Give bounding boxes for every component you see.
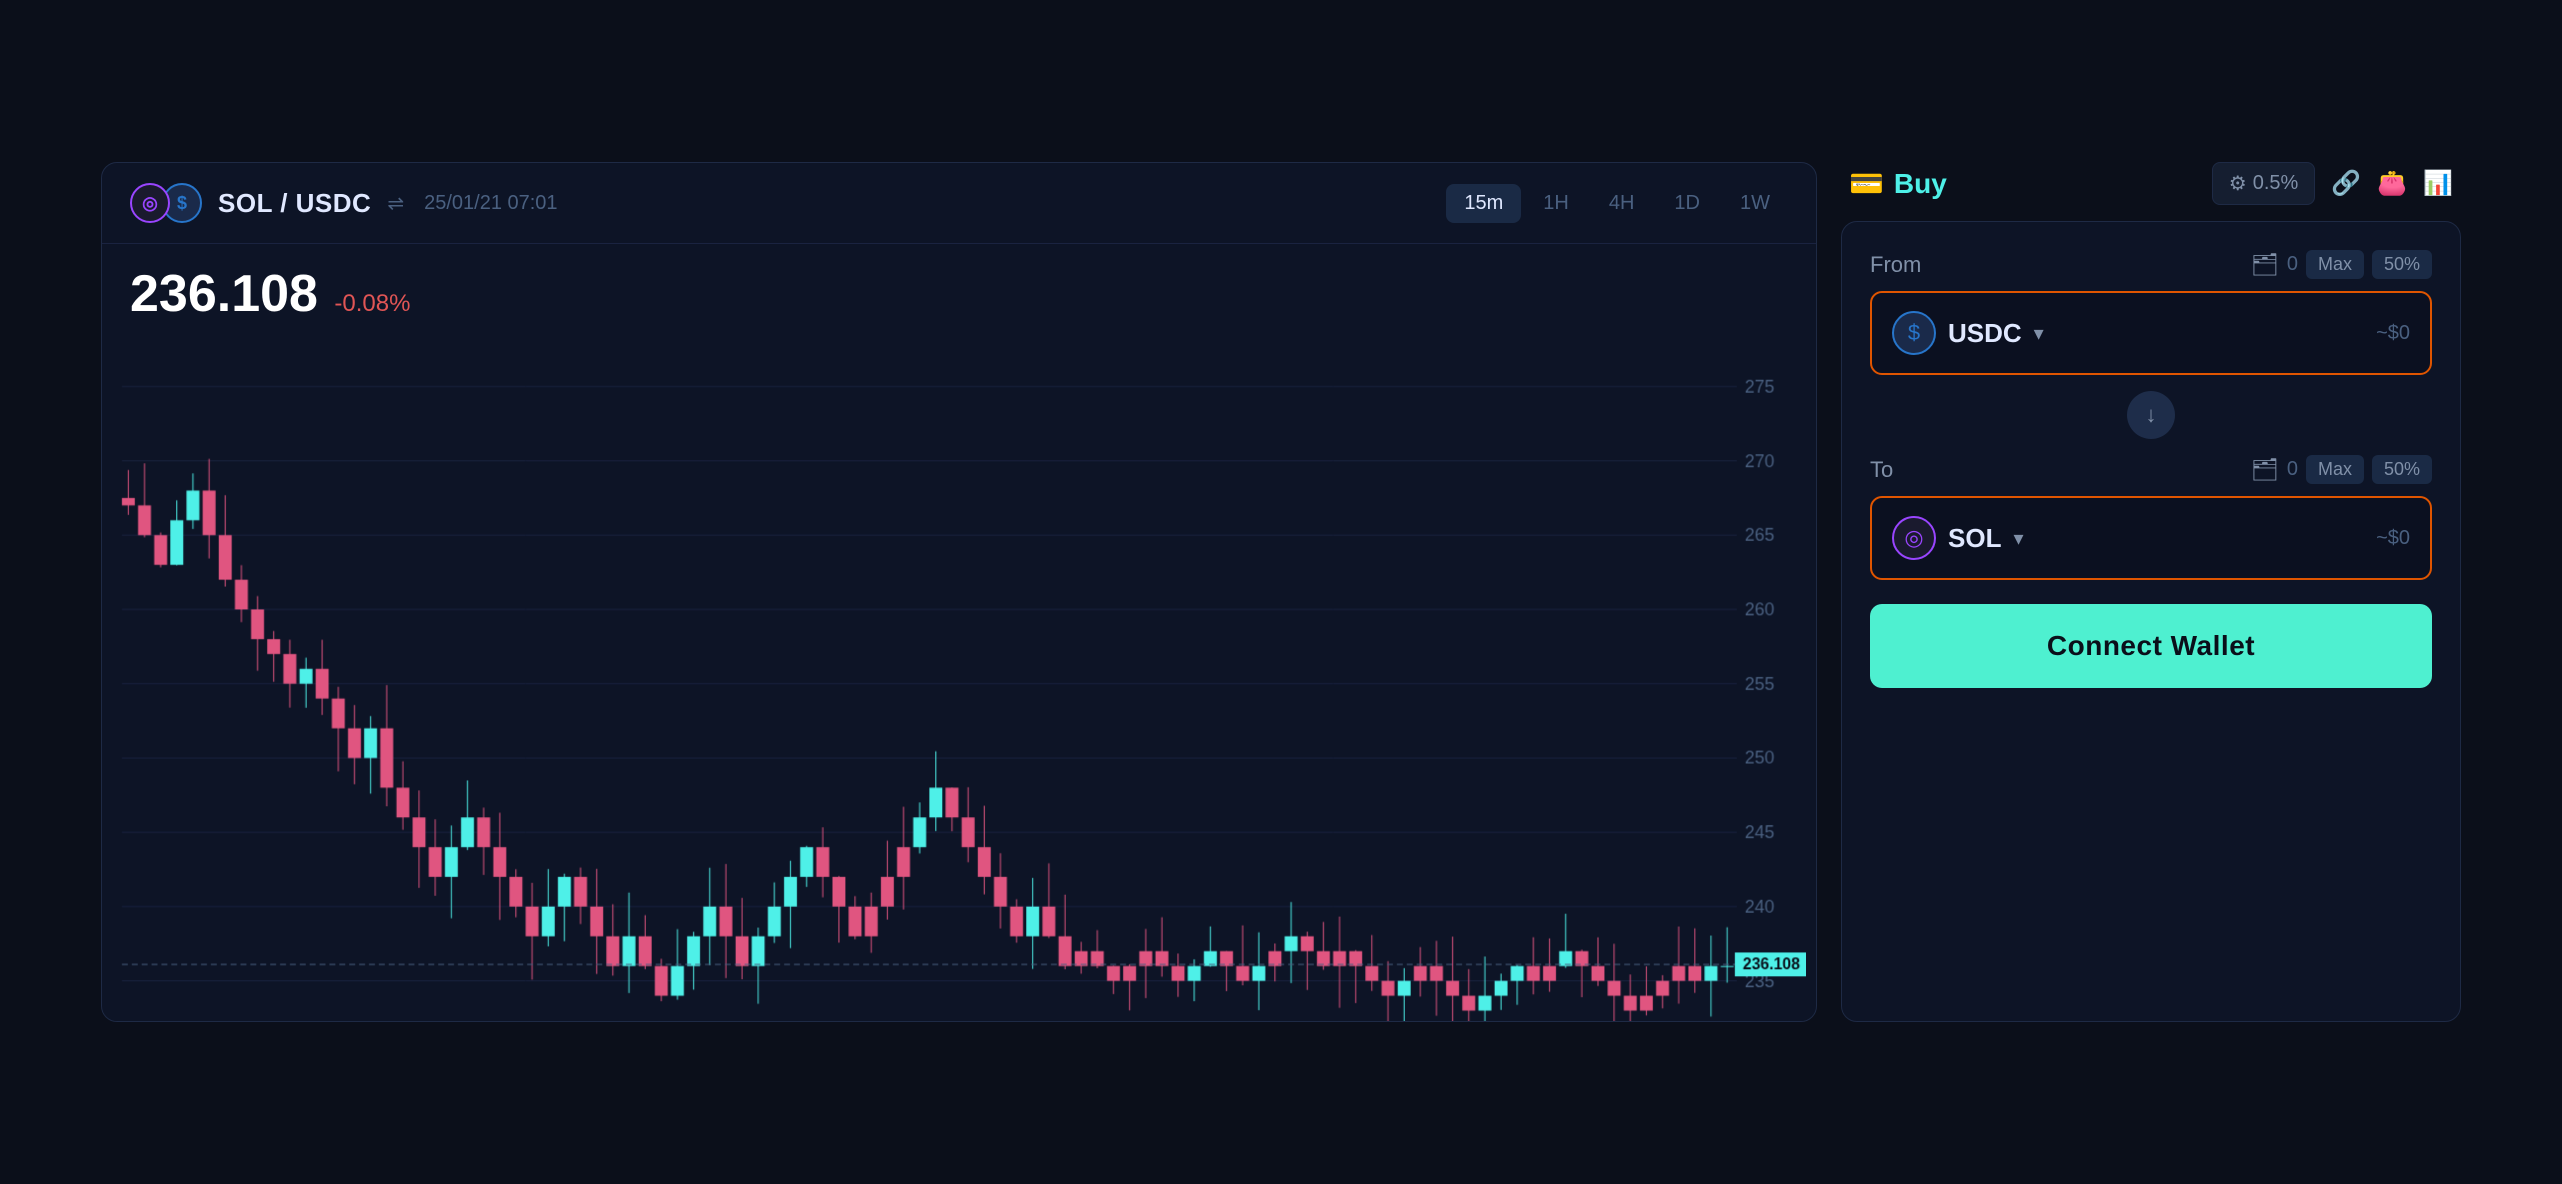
header-controls: ⚙ 0.5% 🔗 👛 📊 — [2212, 162, 2453, 205]
to-balance-controls: 🗂 0 Max 50% — [2251, 455, 2432, 484]
buy-card-icon: 💳 — [1849, 167, 1884, 200]
buy-label: 💳 Buy — [1849, 167, 1947, 200]
from-token-name: USDC — [1948, 318, 2022, 349]
arrow-down-icon: ↓ — [2146, 402, 2157, 428]
to-token-name: SOL — [1948, 523, 2001, 554]
buy-text: Buy — [1894, 168, 1947, 200]
tf-15m[interactable]: 15m — [1446, 184, 1521, 223]
to-max-button[interactable]: Max — [2306, 455, 2364, 484]
token-icons: ◎ $ — [130, 183, 202, 223]
to-token-selector[interactable]: ◎ SOL ▾ ~$0 — [1870, 496, 2432, 580]
wallet-bal-icon: 🗂 — [2251, 252, 2279, 278]
from-section-label: From 🗂 0 Max 50% — [1870, 250, 2432, 279]
to-usd-value: ~$0 — [2376, 527, 2410, 550]
swap-arrow-container: ↓ — [1870, 391, 2432, 439]
to-section-label: To 🗂 0 Max 50% — [1870, 455, 2432, 484]
to-50-button[interactable]: 50% — [2372, 455, 2432, 484]
chart-timestamp: 25/01/21 07:01 — [424, 192, 557, 215]
price-change: -0.08% — [334, 290, 410, 317]
sol-icon: ◎ — [130, 183, 170, 223]
chart-price-area: 236.108 -0.08% — [102, 244, 1816, 332]
swap-panel: From 🗂 0 Max 50% $ USDC ▾ ~$0 — [1841, 221, 2461, 1022]
from-label: From — [1870, 252, 1921, 278]
chart-panel: ◎ $ SOL / USDC ⇌ 25/01/21 07:01 15m 1H 4… — [101, 162, 1817, 1022]
wallet-to-icon: 🗂 — [2251, 457, 2279, 483]
current-price: 236.108 — [130, 265, 318, 323]
slippage-badge[interactable]: ⚙ 0.5% — [2212, 162, 2316, 205]
chart-header: ◎ $ SOL / USDC ⇌ 25/01/21 07:01 15m 1H 4… — [102, 163, 1816, 244]
to-token-left: ◎ SOL ▾ — [1892, 516, 2024, 560]
usdc-token-icon: $ — [1892, 311, 1936, 355]
slippage-value: 0.5% — [2253, 172, 2299, 195]
slippage-icon: ⚙ — [2229, 171, 2247, 196]
from-token-left: $ USDC ▾ — [1892, 311, 2044, 355]
link-button[interactable]: 🔗 — [2331, 169, 2361, 198]
from-token-selector[interactable]: $ USDC ▾ ~$0 — [1870, 291, 2432, 375]
from-max-button[interactable]: Max — [2306, 250, 2364, 279]
wallet-icon-btn[interactable]: 👛 — [2377, 169, 2407, 198]
to-label: To — [1870, 457, 1893, 483]
from-balance-controls: 🗂 0 Max 50% — [2251, 250, 2432, 279]
bar-chart-btn[interactable]: 📊 — [2423, 169, 2453, 198]
tf-4h[interactable]: 4H — [1591, 184, 1653, 223]
sol-token-icon: ◎ — [1892, 516, 1936, 560]
from-50-button[interactable]: 50% — [2372, 250, 2432, 279]
from-token-chevron: ▾ — [2034, 321, 2044, 346]
tf-1d[interactable]: 1D — [1656, 184, 1718, 223]
timeframe-buttons: 15m 1H 4H 1D 1W — [1446, 184, 1788, 223]
from-balance: 0 — [2287, 253, 2298, 276]
right-panel: 💳 Buy ⚙ 0.5% 🔗 👛 📊 From 🗂 0 Max — [1841, 162, 2461, 1022]
connect-wallet-button[interactable]: Connect Wallet — [1870, 604, 2432, 688]
tf-1w[interactable]: 1W — [1722, 184, 1788, 223]
chart-body — [102, 332, 1816, 1022]
tf-1h[interactable]: 1H — [1525, 184, 1587, 223]
trading-pair: SOL / USDC — [218, 188, 371, 219]
candlestick-chart — [112, 332, 1806, 1022]
panel-header: 💳 Buy ⚙ 0.5% 🔗 👛 📊 — [1841, 162, 2461, 221]
swap-direction-button[interactable]: ↓ — [2127, 391, 2175, 439]
to-token-chevron: ▾ — [2013, 526, 2023, 551]
from-usd-value: ~$0 — [2376, 322, 2410, 345]
swap-pair-icon[interactable]: ⇌ — [387, 191, 404, 216]
to-balance: 0 — [2287, 458, 2298, 481]
